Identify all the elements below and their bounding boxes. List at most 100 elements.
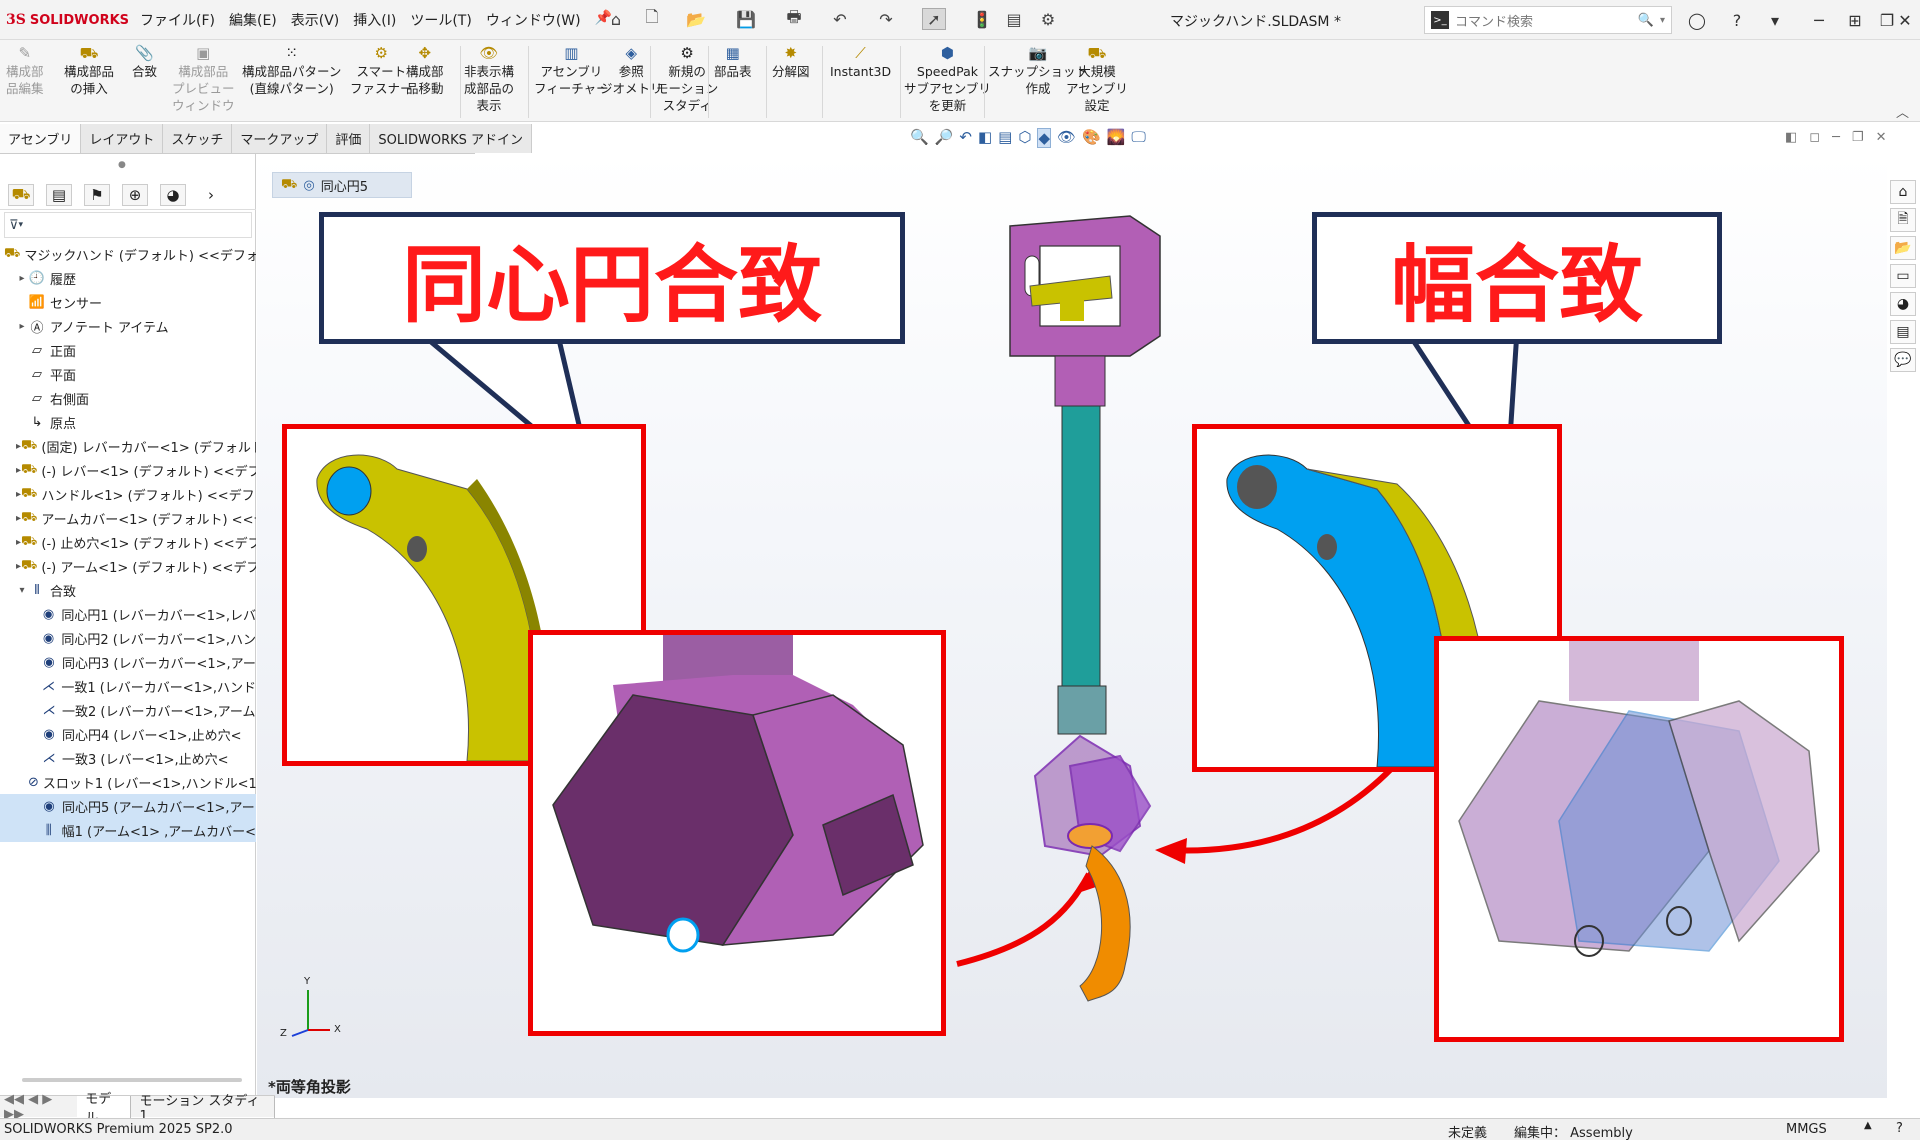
viewport-restore-icon[interactable]: ❐	[1852, 130, 1864, 145]
tree-item[interactable]: ▸ Ⓐ アノテート アイテム	[0, 314, 256, 338]
menu-insert[interactable]: 挿入(I)	[353, 10, 396, 30]
tree-item[interactable]: 📶 センサー	[0, 290, 256, 314]
viewport-single-icon[interactable]: ◻	[1809, 130, 1820, 145]
tab-model[interactable]: モデル	[77, 1092, 132, 1126]
tree-item[interactable]: ⋌ 一致1 (レバーカバー<1>,ハンド	[0, 674, 256, 698]
magic-hand-model[interactable]	[1000, 206, 1190, 1006]
design-library-icon[interactable]: 🗎	[1890, 208, 1916, 232]
tree-item[interactable]: ▱ 正面	[0, 338, 256, 362]
viewport-minimize-icon[interactable]: ─	[1832, 130, 1840, 145]
new-document-icon[interactable]: 🗋	[640, 7, 664, 30]
speedpak-button[interactable]: ⬢ SpeedPak サブアセンブリ を更新	[904, 44, 991, 114]
configuration-manager-tab-icon[interactable]: ⚑	[84, 183, 110, 206]
appearances-icon[interactable]: ◕	[1890, 292, 1916, 316]
dimxpert-tab-icon[interactable]: ⊕	[122, 183, 148, 206]
tree-item[interactable]: ▸⛟ハンドル<1> (デフォルト) <<デフォルト	[0, 482, 256, 506]
hide-show-items-icon[interactable]: 👁	[1057, 128, 1076, 148]
assembly-feature-button[interactable]: ▥ アセンブリ フィーチャー	[534, 44, 609, 97]
tree-filter-input[interactable]: ⊽ ▾	[4, 212, 252, 238]
tab-addins[interactable]: SOLIDWORKS アドイン	[370, 124, 533, 153]
undo-icon[interactable]: ↶	[828, 8, 852, 30]
solidworks-resources-icon[interactable]: ⌂	[1890, 180, 1916, 204]
tab-assembly[interactable]: アセンブリ	[0, 124, 82, 153]
section-view-icon[interactable]: ◧	[978, 128, 992, 148]
panel-expand-icon[interactable]: ›	[198, 184, 224, 206]
property-manager-tab-icon[interactable]: ▤	[46, 183, 72, 206]
tree-item[interactable]: ▾ ⫴ 合致	[0, 578, 256, 602]
menu-view[interactable]: 表示(V)	[291, 10, 340, 30]
smart-fastener-button[interactable]: ⚙ スマート ファスナー	[350, 44, 413, 97]
edit-appearance-icon[interactable]: 🎨	[1082, 128, 1101, 148]
menu-edit[interactable]: 編集(E)	[229, 10, 277, 30]
apply-scene-icon[interactable]: 🌄	[1107, 128, 1126, 148]
ribbon-collapse-icon[interactable]: ︿	[1896, 102, 1909, 121]
options-gear-icon[interactable]: ⚙	[1036, 8, 1060, 30]
tree-item[interactable]: ▱ 平面	[0, 362, 256, 386]
status-help-icon[interactable]: ?	[1896, 1121, 1903, 1136]
zoom-area-icon[interactable]: 🔎	[935, 128, 954, 148]
user-icon[interactable]: ◯	[1682, 6, 1712, 34]
tree-item[interactable]: ◉ 同心円3 (レバーカバー<1>,アー	[0, 650, 256, 674]
linear-pattern-button[interactable]: ⁙ 構成部品パターン (直線パターン)	[242, 44, 341, 97]
reference-geometry-button[interactable]: ◈ 参照 ジオメトリ	[600, 44, 663, 97]
zoom-to-fit-icon[interactable]: 🔍	[910, 128, 929, 148]
open-icon[interactable]: 📂	[684, 8, 708, 30]
tree-expander-icon[interactable]: ▾	[16, 585, 28, 596]
panel-splitter-icon[interactable]: ●	[118, 160, 126, 170]
mate-button[interactable]: 📎 合致	[132, 44, 157, 80]
instant3d-button[interactable]: ⟋ Instant3D	[830, 44, 891, 80]
close-icon[interactable]: ✕	[1890, 6, 1920, 34]
search-dropdown-icon[interactable]: ▾	[1660, 15, 1665, 26]
redo-icon[interactable]: ↷	[874, 8, 898, 30]
viewport-left-icon[interactable]: ◧	[1785, 130, 1797, 145]
tree-item[interactable]: ◉ 同心円5 (アームカバー<1>,アー	[0, 794, 256, 818]
dynamic-annotation-icon[interactable]: ▤	[998, 128, 1012, 148]
feature-manager-tab-icon[interactable]: ⛟	[8, 183, 34, 206]
tab-markup[interactable]: マークアップ	[232, 124, 328, 153]
view-palette-icon[interactable]: ▭	[1890, 264, 1916, 288]
move-component-button[interactable]: ✥ 構成部 品移動	[406, 44, 444, 97]
panel-scrollbar[interactable]	[22, 1078, 242, 1082]
tree-item[interactable]: ▸ ⛟ (固定) レバーカバー<1> (デフォルト)	[0, 434, 256, 458]
tree-item[interactable]: ◉ 同心円1 (レバーカバー<1>,レバ	[0, 602, 256, 626]
tree-expander-icon[interactable]: ▸	[16, 321, 28, 332]
tree-item[interactable]: ◉ 同心円4 (レバー<1>,止め穴<	[0, 722, 256, 746]
menu-tools[interactable]: ツール(T)	[410, 10, 471, 30]
status-units[interactable]: MMGS	[1786, 1122, 1827, 1137]
view-orientation-icon[interactable]: ⬡	[1018, 128, 1031, 148]
solidworks-logo[interactable]: 3S SOLIDWORKS	[6, 10, 129, 30]
custom-properties-icon[interactable]: ▤	[1890, 320, 1916, 344]
tile-icon[interactable]: ⊞	[1840, 6, 1870, 34]
help-dropdown-icon[interactable]: ▾	[1760, 6, 1790, 34]
show-hidden-components-button[interactable]: 👁 非表示構 成部品の 表示	[464, 44, 514, 114]
tree-item[interactable]: ▸ 🕘 履歴	[0, 266, 256, 290]
units-dropdown-icon[interactable]: ▲	[1864, 1120, 1872, 1131]
tree-expander-icon[interactable]: ▸	[16, 273, 28, 284]
forum-icon[interactable]: 💬	[1890, 348, 1916, 372]
tab-sketch[interactable]: スケッチ	[163, 124, 233, 153]
tree-item[interactable]: ▱ 右側面	[0, 386, 256, 410]
tab-layout[interactable]: レイアウト	[81, 124, 164, 153]
tree-item[interactable]: ▸ ⛟ (-) アーム<1> (デフォルト) <<デフォ	[0, 554, 256, 578]
select-arrow-icon[interactable]: ➚	[922, 8, 946, 30]
tab-motion-study[interactable]: モーション スタディ 1	[131, 1094, 275, 1124]
tree-item[interactable]: ↳ 原点	[0, 410, 256, 434]
print-icon[interactable]: 🖶	[782, 7, 806, 30]
display-style-icon[interactable]: ◆	[1037, 128, 1051, 148]
display-manager-tab-icon[interactable]: ◕	[160, 183, 186, 206]
tab-evaluate[interactable]: 評価	[327, 124, 371, 153]
home-icon[interactable]: ⌂	[604, 8, 628, 30]
tab-nav-arrows[interactable]: ◀◀ ◀ ▶ ▶▶	[0, 1092, 77, 1122]
help-icon[interactable]: ?	[1722, 6, 1752, 34]
tree-item[interactable]: ◉ 同心円2 (レバーカバー<1>,ハン	[0, 626, 256, 650]
tree-item[interactable]: ▸ ⛟ アームカバー<1> (デフォルト) <<デフ	[0, 506, 256, 530]
bom-button[interactable]: ▦ 部品表	[714, 44, 752, 80]
save-icon[interactable]: 💾	[734, 8, 758, 30]
edit-component-button[interactable]: ✎ 構成部 品編集	[6, 44, 44, 97]
tree-item[interactable]: ⋌ 一致2 (レバーカバー<1>,アーム	[0, 698, 256, 722]
menu-file[interactable]: ファイル(F)	[140, 10, 215, 30]
tree-item[interactable]: ▸⛟(-) レバー<1> (デフォルト) <<デフォルト	[0, 458, 256, 482]
preview-window-button[interactable]: ▣ 構成部品 プレビュー ウィンドウ	[172, 44, 235, 114]
viewport-close-icon[interactable]: ✕	[1876, 130, 1887, 145]
large-assembly-settings-button[interactable]: ⛟ 大規模 アセンブリ 設定	[1066, 44, 1128, 114]
